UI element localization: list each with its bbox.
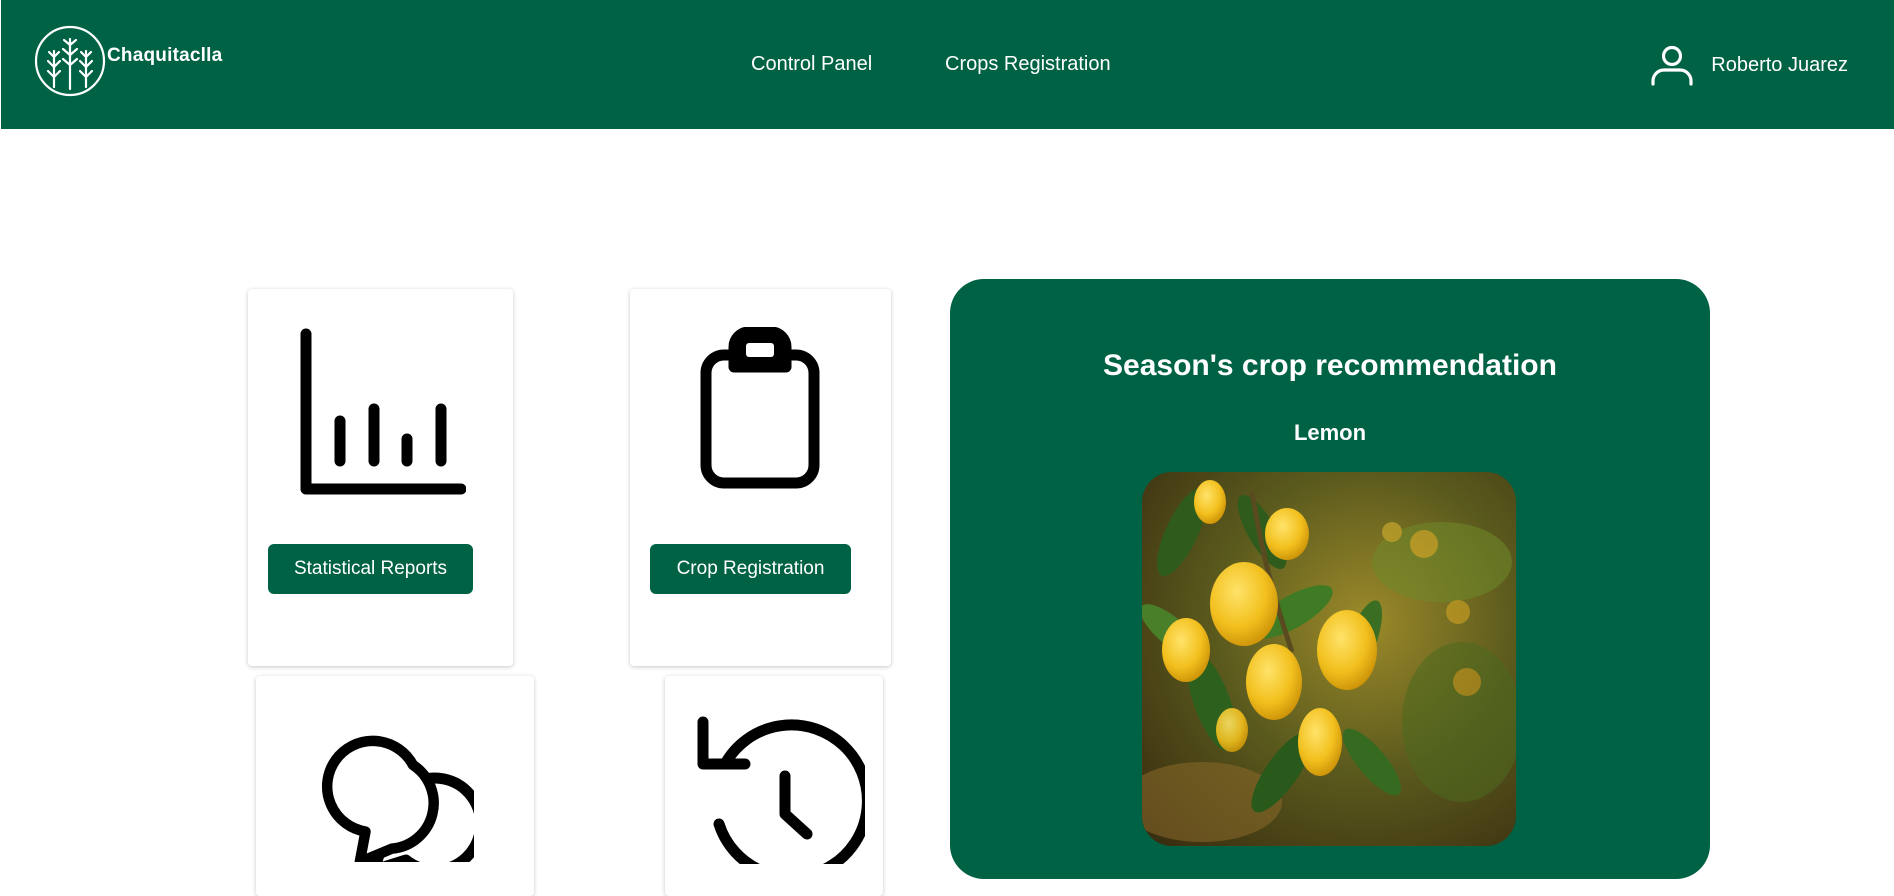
nav-crops-registration-label[interactable]: Crops Registration — [945, 53, 1111, 76]
nav-link-control-panel[interactable]: Control Panel — [751, 0, 872, 129]
user-icon — [1651, 45, 1693, 86]
lemon-tree-photo — [1142, 472, 1516, 846]
forum-card[interactable] — [256, 676, 534, 896]
clipboard-icon — [700, 327, 820, 489]
season-recommendation-panel: Season's crop recommendation Lemon — [950, 279, 1710, 879]
user-menu[interactable]: Roberto Juarez — [1649, 44, 1848, 86]
wheat-logo-icon — [34, 25, 106, 97]
crop-registration-card: Crop Registration — [630, 289, 891, 666]
recommendation-title: Season's crop recommendation — [1103, 349, 1557, 382]
statistical-reports-button[interactable]: Statistical Reports — [268, 544, 473, 594]
recommended-crop-name: Lemon — [1293, 420, 1367, 445]
bar-chart-icon — [300, 328, 466, 495]
nav-link-crops-registration[interactable]: Crops Registration — [945, 0, 1111, 129]
lemon-image-illustration — [1142, 472, 1516, 846]
history-icon — [697, 716, 865, 864]
brand-logo[interactable]: Chaquitaclla — [34, 25, 222, 97]
crop-registration-button[interactable]: Crop Registration — [650, 544, 851, 594]
history-card[interactable] — [665, 676, 883, 896]
user-name: Roberto Juarez — [1711, 53, 1848, 76]
nav-control-panel-label[interactable]: Control Panel — [751, 53, 872, 76]
top-navbar: Chaquitaclla Control Panel Crops Registr… — [1, 0, 1894, 129]
statistical-reports-card: Statistical Reports — [248, 289, 513, 666]
brand-name: Chaquitaclla — [107, 45, 223, 66]
chat-bubbles-icon — [322, 735, 474, 862]
